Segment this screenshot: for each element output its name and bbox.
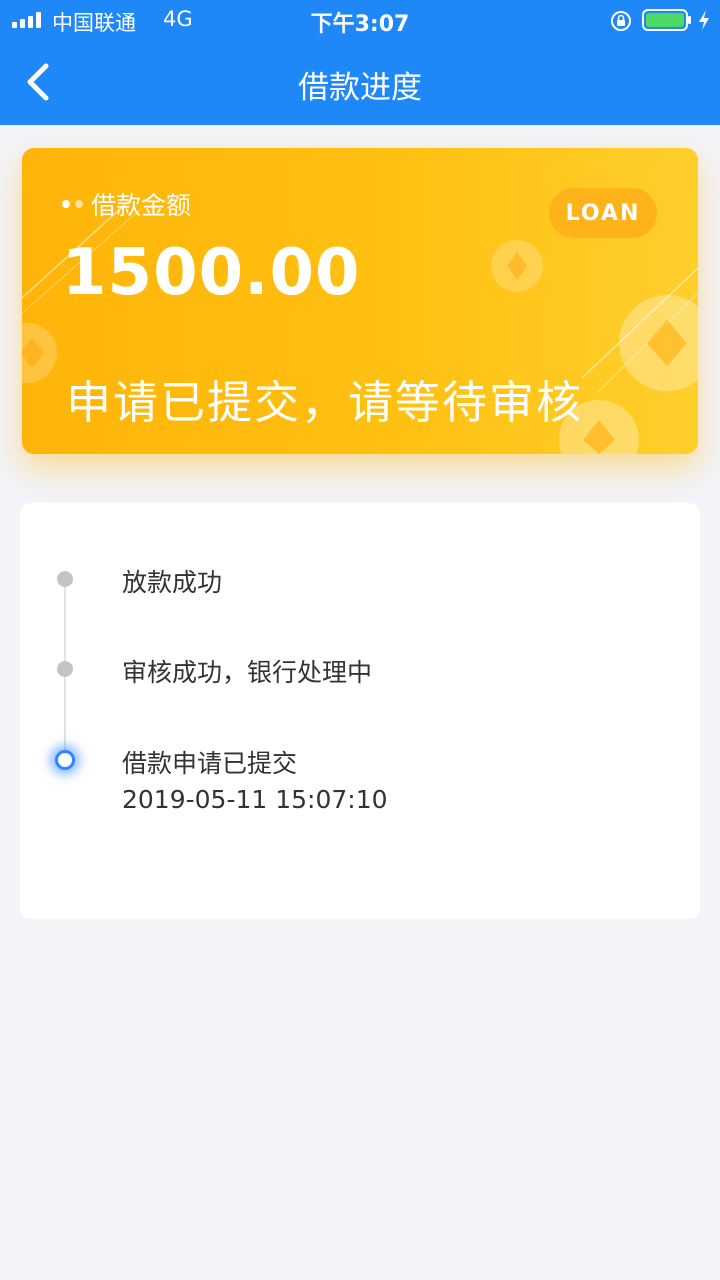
step-dot-icon <box>57 661 73 677</box>
step-dot-icon <box>57 571 73 587</box>
loan-progress-screen: 中国联通 4G 下午3:07 借款进度 借款金额 1500.00 LOAN 申请… <box>0 0 720 1280</box>
page-title: 借款进度 <box>298 70 422 106</box>
dot-icon <box>62 200 70 208</box>
active-step-dot-icon <box>55 750 75 770</box>
navigation-bar: 借款进度 <box>0 40 720 125</box>
loan-badge: LOAN <box>549 188 657 238</box>
status-bar: 中国联通 4G 下午3:07 <box>0 0 720 40</box>
application-status-message: 申请已提交，请等待审核 <box>66 376 584 429</box>
loan-amount-card: 借款金额 1500.00 LOAN 申请已提交，请等待审核 <box>22 148 698 454</box>
step-label: 借款申请已提交 <box>122 749 298 778</box>
loan-amount-value: 1500.00 <box>62 236 361 310</box>
rotation-lock-icon <box>611 11 631 31</box>
progress-timeline-panel: 放款成功 审核成功，银行处理中 借款申请已提交 2019-05-11 15:07… <box>20 503 700 919</box>
amount-label: 借款金额 <box>91 191 192 220</box>
label-dots <box>62 200 83 208</box>
step-timestamp: 2019-05-11 15:07:10 <box>122 785 388 814</box>
battery-icon <box>642 9 691 31</box>
step-label: 审核成功，银行处理中 <box>122 658 373 687</box>
step-label: 放款成功 <box>122 568 223 597</box>
amount-label-row: 借款金额 <box>62 186 191 222</box>
dot-icon <box>75 200 83 208</box>
charging-bolt-icon <box>699 10 709 30</box>
